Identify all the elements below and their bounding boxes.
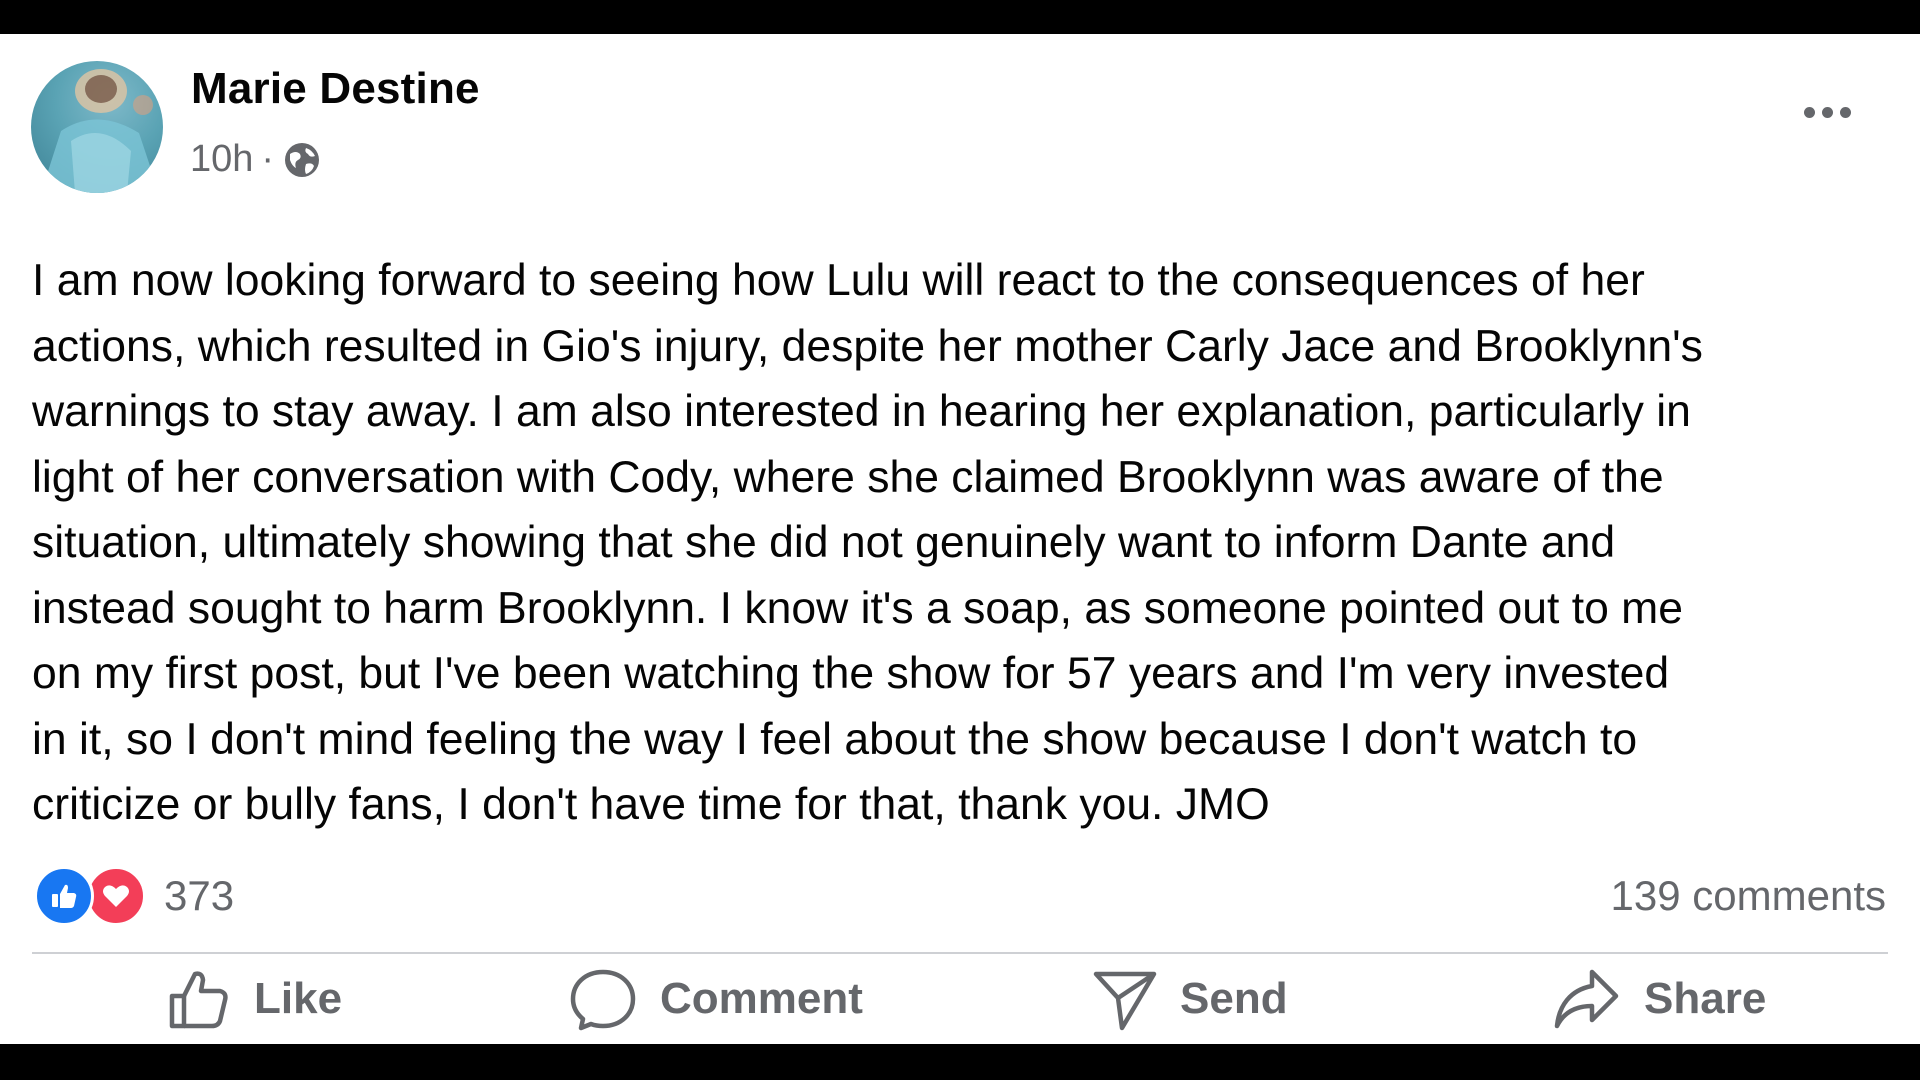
send-button[interactable]: Send (1092, 959, 1288, 1039)
post-meta: 10h · (190, 138, 322, 181)
divider (32, 952, 1888, 954)
comment-label: Comment (660, 974, 863, 1023)
dot (1803, 106, 1815, 118)
dot (1839, 106, 1851, 118)
avatar[interactable] (31, 61, 163, 193)
thumbs-up-icon (169, 971, 228, 1029)
post-text: I am now looking forward to seeing how L… (32, 256, 1703, 829)
author-name[interactable]: Marie Destine (191, 64, 480, 114)
like-button[interactable]: Like (166, 959, 342, 1039)
avatar-photo (41, 69, 159, 193)
reactions-summary[interactable]: 373 (34, 866, 234, 926)
like-label: Like (254, 974, 343, 1023)
more-options-icon[interactable] (1792, 92, 1862, 132)
love-reaction-icon (86, 866, 146, 926)
comment-button[interactable]: Comment (568, 959, 863, 1039)
meta-separator: · (261, 138, 275, 180)
reactions-count: 373 (164, 872, 235, 919)
dot (1821, 106, 1833, 118)
action-bar: Like Comment Send Share (0, 959, 1920, 1039)
like-reaction-icon (34, 866, 94, 926)
send-label: Send (1180, 974, 1288, 1023)
share-button[interactable]: Share (1552, 959, 1766, 1039)
post-card: Marie Destine 10h · I am now looking for… (0, 34, 1920, 1044)
share-label: Share (1644, 974, 1767, 1023)
comments-count[interactable]: 139 comments (1611, 872, 1886, 920)
globe-icon[interactable] (282, 140, 322, 180)
post-time[interactable]: 10h (190, 138, 253, 181)
share-arrow-icon (1554, 969, 1619, 1029)
send-icon (1093, 971, 1157, 1031)
comment-bubble-icon (570, 969, 636, 1031)
